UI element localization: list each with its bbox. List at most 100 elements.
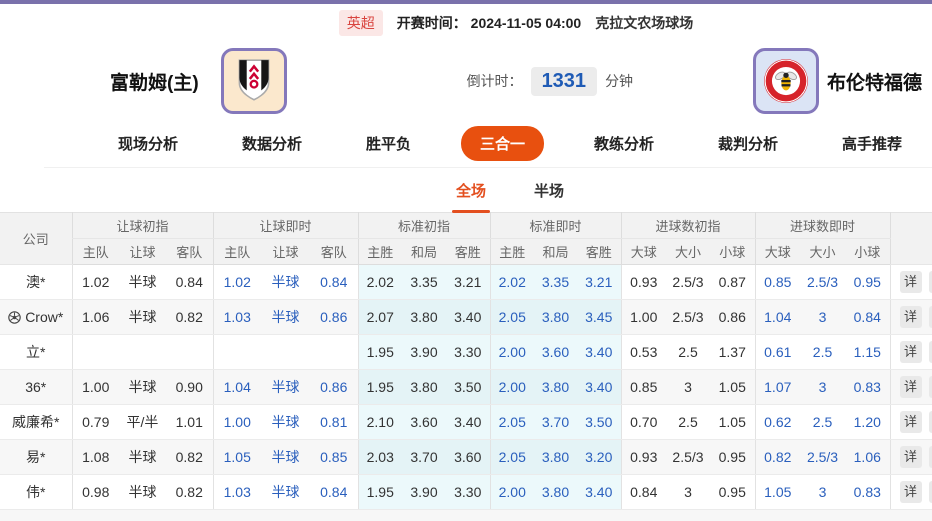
std_live-value: 3.40 [577, 369, 621, 405]
std_initial-value: 3.35 [402, 264, 446, 300]
nav-tab-coach-analysis[interactable]: 教练分析 [580, 127, 668, 160]
goals_initial-value: 0.70 [620, 404, 666, 440]
goals_live-value: 0.95 [845, 264, 891, 300]
nav-tab-three-in-one[interactable]: 三合一 [460, 126, 544, 161]
handicap_initial-value: 半球 [119, 439, 166, 475]
std_live-value: 3.40 [577, 334, 621, 370]
std_live-value: 3.50 [577, 404, 621, 440]
detail-button[interactable]: 详 [899, 411, 922, 433]
teams-row: 富勒姆(主) 倒计时： 1331 分钟 布伦特福德 [0, 42, 932, 120]
company-column-header: 公司 [0, 212, 72, 265]
std_initial-value: 3.70 [402, 439, 446, 475]
detail-button[interactable]: 详 [899, 341, 922, 363]
table-row: 威廉希* 0.79 平/半 1.01 1.00 半球 0.81 2.10 3.60 3.40 2.0… [0, 404, 932, 440]
goals_initial-value: 0.87 [710, 264, 756, 300]
goals_live-value: 3 [800, 299, 846, 335]
handicap_initial-value: 1.02 [71, 264, 119, 300]
goals_live-value: 3 [800, 369, 846, 405]
home-team-name: 富勒姆(主) [110, 72, 199, 94]
subcolumn-header: 大球 [620, 238, 666, 265]
goals_initial-value: 0.84 [620, 474, 666, 510]
detail-button[interactable]: 详 [899, 376, 922, 398]
handicap_initial-value [166, 334, 213, 370]
nav-tab-data-analysis[interactable]: 数据分析 [228, 127, 316, 160]
table-row: Crow* 1.06 半球 0.82 1.03 半球 0.86 2.07 3.80 3.40 2.0… [0, 299, 932, 335]
std_initial-value: 2.03 [357, 439, 402, 475]
goals_initial-value: 0.86 [710, 299, 756, 335]
countdown-label: 倒计时： [466, 73, 523, 89]
subcolumn-header: 客队 [310, 238, 358, 265]
std_initial-value: 3.50 [446, 369, 490, 405]
std_live-value: 3.40 [577, 474, 621, 510]
std_live-value: 3.21 [577, 264, 621, 300]
home-team-logo [220, 48, 287, 114]
match-header: 英超 开赛时间： 2024-11-05 04:00 克拉文农场球场 [50, 4, 932, 42]
goals_live-value: 0.61 [754, 334, 801, 370]
table-row: 伟* 0.98 半球 0.82 1.03 半球 0.84 1.95 3.90 3.30 2.00 3.… [0, 474, 932, 510]
clipped-button[interactable] [928, 446, 932, 468]
handicap_live-value: 1.00 [212, 404, 261, 440]
std_live-value: 2.00 [489, 369, 534, 405]
std_live-value: 3.35 [534, 264, 577, 300]
clipped-button[interactable] [928, 481, 932, 503]
goals_live-value: 0.84 [845, 299, 891, 335]
detail-column-header [889, 212, 932, 265]
subcolumn-header: 和局 [534, 238, 577, 265]
std_live-value: 3.45 [577, 299, 621, 335]
detail-button[interactable]: 详 [899, 446, 922, 468]
std_initial-value: 3.80 [402, 299, 446, 335]
subcolumn-header: 和局 [402, 238, 446, 265]
std_initial-value: 2.10 [357, 404, 402, 440]
company-cell: 澳* [0, 264, 72, 300]
detail-button[interactable]: 详 [899, 481, 922, 503]
subcolumn-header: 主胜 [357, 238, 402, 265]
detail-cell: 详 [889, 334, 932, 370]
goals_live-value: 1.06 [845, 439, 891, 475]
subcolumn-header: 主胜 [489, 238, 534, 265]
home-team: 富勒姆(主) [110, 48, 287, 114]
std_live-value: 2.05 [489, 404, 534, 440]
std_live-value: 3.80 [534, 439, 577, 475]
std_initial-value: 1.95 [357, 474, 402, 510]
goals_live-value: 1.05 [754, 474, 801, 510]
nav-tab-win-draw-loss[interactable]: 胜平负 [352, 127, 425, 160]
group-header-goals_initial: 进球数初指 [620, 212, 756, 239]
league-badge[interactable]: 英超 [338, 10, 383, 36]
clipped-button[interactable] [928, 271, 932, 293]
goals_live-value: 1.04 [754, 299, 801, 335]
handicap_live-value: 半球 [261, 264, 310, 300]
handicap_initial-value: 平/半 [119, 404, 166, 440]
handicap_live-value: 1.03 [212, 299, 261, 335]
std_initial-value: 3.80 [402, 369, 446, 405]
nav-tab-referee-analysis[interactable]: 裁判分析 [704, 127, 792, 160]
away-team-logo [752, 48, 819, 114]
goals_initial-value: 2.5 [666, 404, 710, 440]
countdown-value: 1331 [530, 66, 598, 96]
company-cell: 立* [0, 334, 72, 370]
handicap_live-value: 1.05 [212, 439, 261, 475]
handicap_initial-value: 半球 [119, 299, 166, 335]
detail-button[interactable]: 详 [899, 271, 922, 293]
detail-button[interactable]: 详 [899, 306, 922, 328]
subtab-half-match[interactable]: 半场 [530, 170, 568, 211]
clipped-button[interactable] [928, 411, 932, 433]
handicap_live-value [212, 334, 261, 370]
std_live-value: 2.05 [489, 439, 534, 475]
clipped-button[interactable] [928, 376, 932, 398]
handicap_initial-value [119, 334, 166, 370]
goals_live-value: 1.15 [845, 334, 891, 370]
clipped-button[interactable] [928, 341, 932, 363]
nav-tab-expert-recommend[interactable]: 高手推荐 [828, 127, 916, 160]
nav-tab-live-analysis[interactable]: 现场分析 [104, 127, 192, 160]
clipped-button[interactable] [928, 306, 932, 328]
company-cell: 威廉希* [0, 404, 72, 440]
goals_live-value: 2.5 [800, 404, 846, 440]
handicap_initial-value: 0.82 [166, 474, 213, 510]
handicap_initial-value: 半球 [119, 474, 166, 510]
subtab-full-match[interactable]: 全场 [451, 170, 491, 213]
goals_live-value: 1.20 [845, 404, 891, 440]
goals_initial-value: 0.95 [710, 474, 756, 510]
odds-table-head: 公司 让球初指 让球即时 标准初指 标准即时 进球数初指 进球数即时 主队 让球 客队 主队 让球 客队… [0, 212, 932, 265]
goals_initial-value: 0.53 [620, 334, 666, 370]
table-row: 澳* 1.02 半球 0.84 1.02 半球 0.84 2.02 3.35 3.21 2.02 3.… [0, 264, 932, 300]
